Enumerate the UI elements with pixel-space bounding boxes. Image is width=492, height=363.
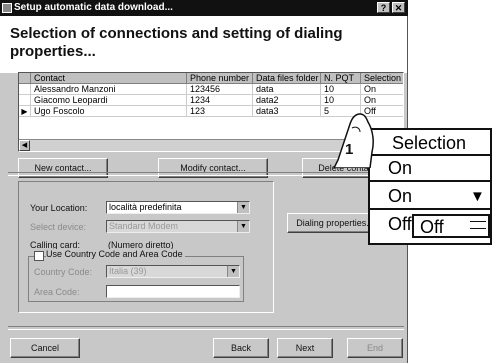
scroll-left-icon[interactable]: ◀ (19, 140, 30, 151)
help-button[interactable]: ? (377, 2, 390, 13)
use-country-code-checkbox[interactable] (34, 251, 44, 261)
callout-header: Selection (370, 130, 490, 156)
app-icon (2, 3, 12, 13)
callout-cell-on-value: On (388, 158, 413, 178)
back-button[interactable]: Back (213, 338, 269, 358)
column-selection[interactable]: Selection (361, 73, 403, 84)
scroll-down-icon[interactable] (470, 228, 486, 229)
select-device-combo: Standard Modem ▼ (106, 220, 250, 233)
column-data-files-folder[interactable]: Data files folder (253, 73, 321, 84)
cell-folder: data (253, 84, 321, 95)
cell-selection[interactable]: On (361, 84, 403, 95)
column-n-pqt[interactable]: N. PQT (321, 73, 361, 84)
next-button[interactable]: Next (277, 338, 333, 358)
callout-header-label: Selection (392, 133, 467, 153)
cell-selection[interactable]: On (361, 95, 403, 106)
title-bar: Setup automatic data download... ? ✕ (0, 0, 408, 16)
separator (8, 326, 404, 330)
select-device-value: Standard Modem (109, 221, 179, 231)
country-code-label: Country Code: (34, 267, 93, 277)
cell-phone: 123 (187, 106, 253, 117)
cell-contact: Alessandro Manzoni (31, 84, 187, 95)
cell-contact: Ugo Foscolo (31, 106, 187, 117)
country-code-value: Italia (39) (109, 266, 147, 276)
area-code-label: Area Code: (34, 287, 80, 297)
header-panel: Selection of connections and setting of … (0, 16, 407, 73)
row-indicator-header (19, 73, 31, 84)
cell-phone: 123456 (187, 84, 253, 95)
cell-phone: 1234 (187, 95, 253, 106)
dropdown-option-off[interactable]: Off (420, 217, 444, 238)
area-code-input[interactable] (106, 285, 240, 298)
row-indicator (19, 84, 31, 95)
end-button: End (347, 338, 403, 358)
callout-dropdown-list[interactable]: Off (412, 214, 490, 238)
cell-contact: Giacomo Leopardi (31, 95, 187, 106)
setup-dialog: Setup automatic data download... ? ✕ Sel… (0, 0, 408, 363)
page-heading: Selection of connections and setting of … (10, 25, 343, 60)
cell-pqt: 10 (321, 95, 361, 106)
scroll-up-icon[interactable] (470, 221, 486, 222)
callout-cell-on: On (370, 156, 490, 182)
your-location-combo[interactable]: località predefinita ▼ (106, 201, 250, 214)
callout-combo-value: On (388, 186, 413, 206)
use-country-code-label: Use Country Code and Area Code (46, 249, 185, 259)
callout-selection-combo[interactable]: On ▼ (370, 182, 490, 210)
chevron-down-icon: ▼ (227, 266, 239, 277)
chevron-down-icon[interactable]: ▼ (237, 202, 249, 213)
your-location-value: località predefinita (109, 202, 182, 212)
row-indicator (19, 95, 31, 106)
column-contact[interactable]: Contact (31, 73, 187, 84)
current-row-arrow-icon: ▶ (19, 106, 31, 117)
separator (8, 172, 404, 176)
selection-zoom-callout: Selection On On ▼ Off Off (368, 128, 492, 245)
callout-cell-off-value: Off (388, 214, 412, 234)
column-phone-number[interactable]: Phone number (187, 73, 253, 84)
close-button[interactable]: ✕ (392, 2, 405, 13)
step-number-badge: 1 (345, 141, 354, 158)
your-location-label: Your Location: (30, 203, 88, 213)
select-device-label: Select device: (30, 222, 87, 232)
chevron-down-icon: ▼ (237, 221, 249, 232)
country-code-combo: Italia (39) ▼ (106, 265, 240, 278)
cell-pqt: 10 (321, 84, 361, 95)
cell-folder: data2 (253, 95, 321, 106)
window-title: Setup automatic data download... (14, 2, 173, 13)
chevron-down-icon[interactable]: ▼ (470, 189, 485, 204)
cell-folder: data3 (253, 106, 321, 117)
pointing-finger-icon (333, 113, 374, 168)
cancel-button[interactable]: Cancel (10, 338, 80, 358)
